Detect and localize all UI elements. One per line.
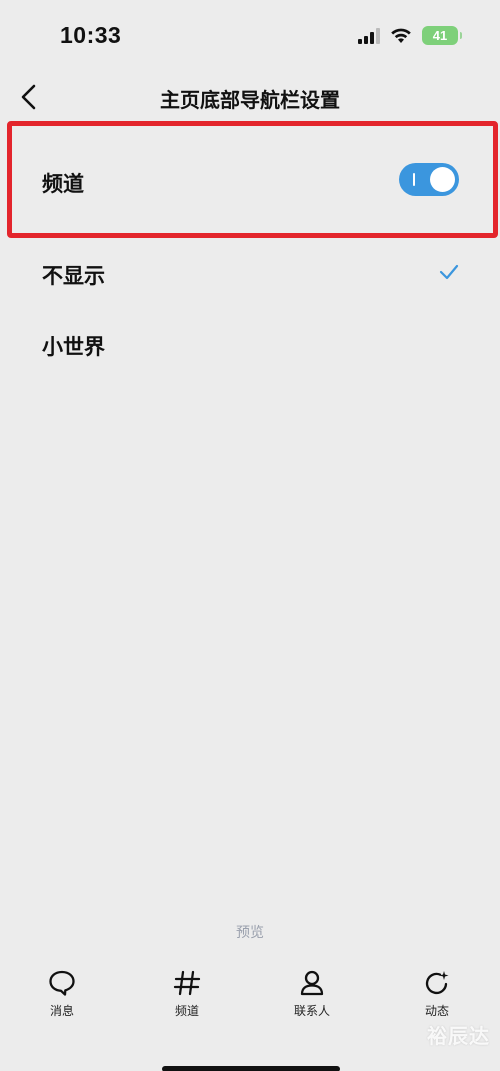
option-row-small-world[interactable]: 小世界 xyxy=(0,315,500,373)
person-icon xyxy=(300,970,324,996)
checkmark-icon xyxy=(439,264,459,280)
tab-label: 频道 xyxy=(174,1004,199,1018)
channel-toggle-label: 频道 xyxy=(42,172,84,196)
page-title: 主页底部导航栏设置 xyxy=(160,88,340,112)
option-row-hidden[interactable]: 不显示 xyxy=(0,244,500,302)
preview-label: 预览 xyxy=(236,925,264,941)
tab-label: 联系人 xyxy=(293,1004,330,1018)
tab-contacts[interactable]: 联系人 xyxy=(272,968,352,1019)
toggle-knob xyxy=(430,167,455,192)
battery-icon: 41 xyxy=(422,26,462,45)
refresh-star-icon xyxy=(425,971,449,995)
tab-channel[interactable]: 频道 xyxy=(147,968,227,1019)
tab-label: 消息 xyxy=(49,1004,74,1018)
wifi-icon xyxy=(391,28,411,43)
signal-icon xyxy=(358,27,380,44)
chat-bubble-icon xyxy=(49,970,75,996)
tab-label: 动态 xyxy=(424,1004,449,1018)
tab-moments[interactable]: 动态 xyxy=(397,968,477,1019)
home-indicator xyxy=(162,1066,340,1071)
tab-messages[interactable]: 消息 xyxy=(22,968,102,1019)
channel-toggle-switch[interactable] xyxy=(399,163,459,196)
battery-level: 41 xyxy=(432,28,448,43)
option-label: 不显示 xyxy=(42,264,105,288)
status-time: 10:33 xyxy=(60,22,122,48)
watermark: 裕辰达 xyxy=(427,1024,490,1048)
preview-tab-bar: 消息 频道 联系人 动态 xyxy=(0,968,500,1028)
system-icons: 41 xyxy=(358,26,462,45)
status-bar: 10:33 41 xyxy=(0,0,500,74)
navigation-bar: 主页底部导航栏设置 xyxy=(0,74,500,120)
option-label: 小世界 xyxy=(42,335,105,359)
hashtag-icon xyxy=(173,970,201,996)
toggle-on-mark xyxy=(413,173,415,186)
